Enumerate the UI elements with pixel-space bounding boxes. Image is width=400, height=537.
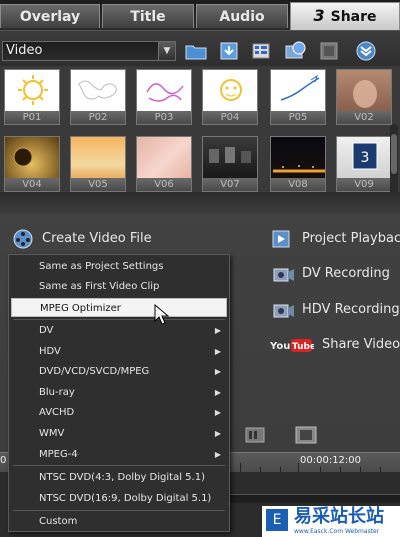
menu-item-dvd-vcd-svcd-mpeg[interactable]: DVD/VCD/SVCD/MPEG ▶ bbox=[11, 362, 227, 381]
mouse-cursor-icon bbox=[154, 304, 170, 325]
share-video-online-button[interactable]: You Tube Share Video O bbox=[270, 334, 400, 356]
menu-item-blu-ray[interactable]: Blu-ray ▶ bbox=[11, 383, 227, 402]
library-clip-thumbnail[interactable]: P05 bbox=[270, 69, 326, 125]
menu-item-mpeg-4[interactable]: MPEG-4 ▶ bbox=[11, 445, 227, 464]
project-playback-button[interactable]: Project Playback bbox=[272, 228, 400, 250]
library-category-dropdown[interactable]: Video ▼ bbox=[2, 41, 176, 61]
library-clip-thumbnail[interactable]: V08 bbox=[270, 136, 326, 192]
submenu-arrow-icon: ▶ bbox=[214, 326, 221, 335]
camcorder-icon bbox=[273, 304, 294, 318]
tab-audio[interactable]: Audio bbox=[196, 4, 288, 28]
dv-recording-button[interactable]: DV Recording bbox=[272, 263, 400, 285]
options-icon[interactable] bbox=[318, 40, 342, 62]
chevron-down-icon[interactable]: ▼ bbox=[158, 42, 175, 60]
svg-text:Tube: Tube bbox=[292, 342, 314, 352]
timecode-label: 00:00:12:00 bbox=[300, 455, 362, 466]
menu-item-same-as-first-video-clip[interactable]: Same as First Video Clip bbox=[11, 277, 227, 296]
tab-overlay[interactable]: Overlay bbox=[0, 4, 100, 28]
submenu-arrow-icon: ▶ bbox=[214, 367, 221, 376]
menu-item-mpeg-optimizer[interactable]: MPEG Optimizer bbox=[11, 298, 227, 317]
menu-item-hdv[interactable]: HDV ▶ bbox=[11, 342, 227, 361]
library-clip-thumbnail[interactable]: V06 bbox=[136, 136, 192, 192]
menu-item-same-as-project-settings[interactable]: Same as Project Settings bbox=[11, 257, 227, 276]
submenu-arrow-icon: ▶ bbox=[214, 388, 221, 397]
dropdown-value: Video bbox=[6, 43, 43, 58]
expand-icon[interactable] bbox=[354, 40, 378, 62]
menu-item-wmv[interactable]: WMV ▶ bbox=[11, 424, 227, 443]
library-clip-thumbnail[interactable]: P02 bbox=[70, 69, 126, 125]
film-strip-icon[interactable] bbox=[294, 424, 318, 446]
library-clip-thumbnail[interactable]: V04 bbox=[4, 136, 60, 192]
svg-text:You: You bbox=[270, 341, 290, 352]
camcorder-icon bbox=[273, 268, 294, 282]
menu-item-avchd[interactable]: AVCHD ▶ bbox=[11, 403, 227, 422]
library-clip-thumbnail[interactable]: 3 V09 bbox=[336, 136, 392, 192]
submenu-arrow-icon: ▶ bbox=[214, 408, 221, 417]
scrollbar-thumb[interactable] bbox=[391, 134, 397, 174]
youtube-logo-icon: You Tube bbox=[270, 339, 314, 352]
watermark: E 易采站长站 www.Easck.Com Webmaster bbox=[262, 506, 400, 537]
menu-item-ntsc-dvd-4-3[interactable]: NTSC DVD(4:3, Dolby Digital 5.1) bbox=[11, 468, 227, 487]
tab-title[interactable]: Title bbox=[102, 4, 194, 28]
menu-item-ntsc-dvd-16-9[interactable]: NTSC DVD(16:9, Dolby Digital 5.1) bbox=[11, 489, 227, 508]
submenu-arrow-icon: ▶ bbox=[214, 347, 221, 356]
watermark-logo-icon: E bbox=[266, 509, 288, 531]
library-clip-thumbnail[interactable]: V05 bbox=[70, 136, 126, 192]
create-video-file-button[interactable]: Create Video File bbox=[12, 228, 212, 250]
create-video-file-menu: Same as Project Settings Same as First V… bbox=[8, 254, 230, 532]
library-clip-thumbnail[interactable]: P01 bbox=[4, 69, 60, 125]
library-toolbar: Video ▼ bbox=[0, 30, 400, 67]
timecode-label: 0 bbox=[0, 455, 7, 466]
library-clip-thumbnail[interactable]: P04 bbox=[202, 69, 258, 125]
sort-icon[interactable] bbox=[250, 40, 274, 62]
menu-item-custom[interactable]: Custom bbox=[11, 512, 227, 531]
menu-separator bbox=[13, 510, 225, 511]
film-reel-icon bbox=[13, 229, 33, 249]
menu-separator bbox=[13, 465, 225, 466]
library-clip-thumbnail[interactable]: P03 bbox=[136, 69, 192, 125]
playback-icon bbox=[272, 230, 290, 248]
hdv-recording-button[interactable]: HDV Recording bbox=[272, 299, 400, 321]
folder-icon[interactable] bbox=[184, 40, 208, 62]
audio-mixer-icon[interactable] bbox=[244, 424, 268, 446]
menu-separator bbox=[13, 319, 225, 320]
menu-item-dv[interactable]: DV ▶ bbox=[11, 321, 227, 340]
tab-share[interactable]: 3 Share bbox=[290, 2, 400, 30]
library-clip-thumbnail[interactable]: V07 bbox=[202, 136, 258, 192]
library-thumbnail-grid: P01 P02 P03 P04 P05 V02 V04 V05 V06 V07 … bbox=[0, 66, 400, 249]
capture-icon[interactable] bbox=[284, 40, 308, 62]
import-icon[interactable] bbox=[218, 40, 242, 62]
step-tab-bar: Overlay Title Audio 3 Share bbox=[0, 0, 400, 30]
svg-text:3: 3 bbox=[361, 150, 370, 166]
library-clip-thumbnail[interactable]: V02 bbox=[336, 69, 392, 125]
submenu-arrow-icon: ▶ bbox=[214, 429, 221, 438]
submenu-arrow-icon: ▶ bbox=[214, 450, 221, 459]
